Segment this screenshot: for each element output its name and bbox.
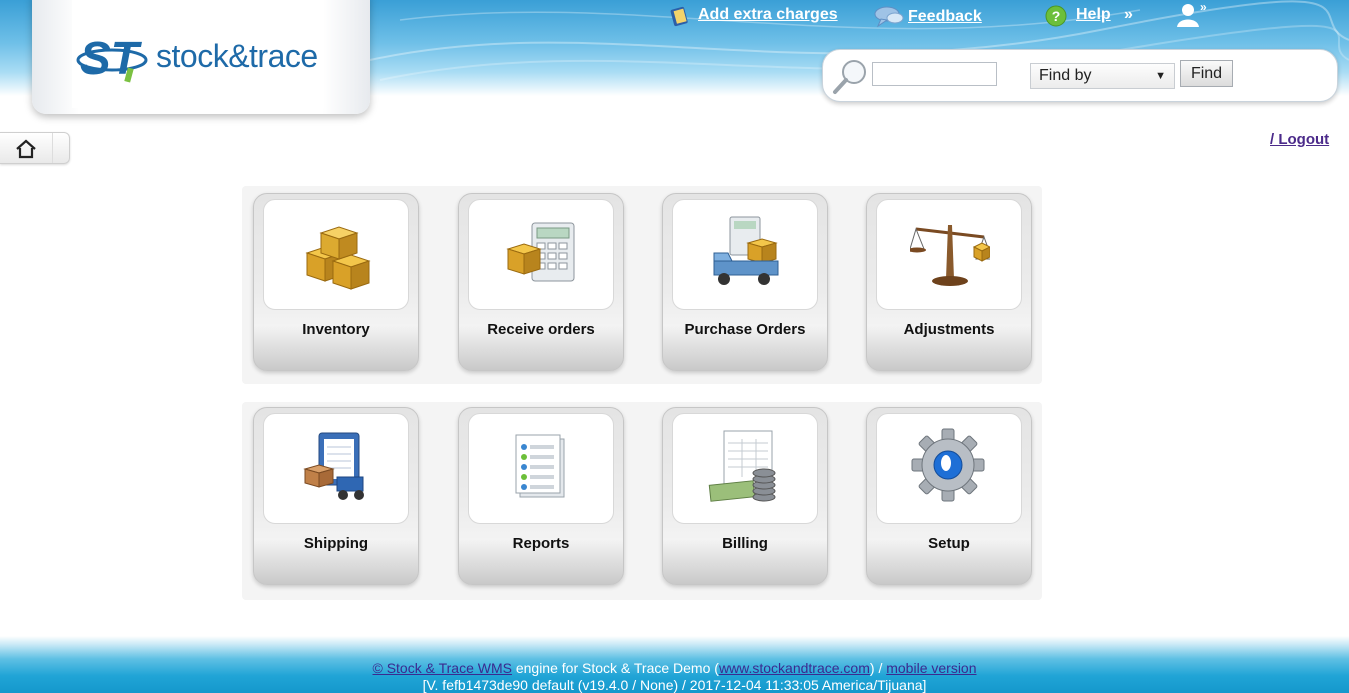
footer-version: [V. fefb1473de90 default (v19.4.0 / None… — [422, 677, 927, 693]
search-input[interactable] — [872, 62, 997, 86]
tile-label: Shipping — [303, 535, 369, 552]
magnifier-icon — [833, 60, 866, 94]
tile-shipping[interactable]: Shipping — [253, 407, 419, 585]
gear-icon — [911, 428, 985, 502]
logout-link[interactable]: / Logout — [1270, 131, 1329, 148]
copyright-link[interactable]: © Stock & Trace WMS — [373, 660, 512, 676]
tile-reports[interactable]: Reports — [458, 407, 624, 585]
truck-calculator-icon — [713, 216, 779, 285]
help-icon: ? — [1045, 5, 1067, 27]
tile-setup[interactable]: Setup — [866, 407, 1032, 585]
find-by-select[interactable]: Find by ▼ — [1030, 63, 1175, 89]
user-icon[interactable] — [1176, 2, 1202, 28]
tile-icon-frame — [876, 413, 1022, 524]
logo-text: stock&trace — [156, 38, 318, 74]
tile-label: Receive orders — [487, 321, 595, 338]
tile-icon-frame — [263, 199, 409, 310]
tile-billing[interactable]: Billing — [662, 407, 828, 585]
checklist-report-icon — [515, 434, 565, 498]
tile-label: Purchase Orders — [684, 321, 806, 338]
breadcrumb-separator — [52, 133, 70, 163]
tile-label: Reports — [512, 535, 570, 552]
tile-label: Inventory — [302, 321, 370, 338]
tile-icon-frame — [672, 413, 818, 524]
feedback-link[interactable]: Feedback — [908, 8, 982, 26]
website-link[interactable]: www.stockandtrace.com — [719, 660, 870, 676]
tile-icon-frame — [263, 413, 409, 524]
svg-text:ST: ST — [80, 32, 143, 84]
speech-bubble-icon — [874, 6, 904, 28]
help-chevron[interactable]: » — [1124, 6, 1133, 24]
mobile-version-link[interactable]: mobile version — [886, 660, 976, 676]
footer-credits: © Stock & Trace WMS engine for Stock & T… — [0, 660, 1349, 676]
tile-icon-frame — [468, 199, 614, 310]
tile-label: Adjustments — [903, 321, 995, 338]
tile-label: Setup — [928, 535, 970, 552]
box-calculator-icon — [506, 222, 575, 282]
st-logo-mark: ST — [76, 32, 148, 84]
footer-engine-text: engine for Stock & Trace Demo ( — [511, 660, 719, 676]
invoice-coins-icon — [708, 430, 776, 502]
tile-icon-frame — [672, 199, 818, 310]
footer-separator-text: ) / — [869, 660, 887, 676]
tile-label: Billing — [722, 535, 768, 552]
add-extra-charges-link[interactable]: Add extra charges — [698, 6, 838, 24]
tile-icon-frame — [468, 413, 614, 524]
book-icon — [670, 6, 688, 27]
user-menu-chevron[interactable]: » — [1200, 0, 1207, 14]
tile-purchase-orders[interactable]: Purchase Orders — [662, 193, 828, 371]
chevron-down-icon: ▼ — [1155, 70, 1166, 82]
home-icon — [16, 139, 36, 159]
svg-text:?: ? — [1052, 8, 1061, 24]
find-by-selected: Find by — [1039, 67, 1092, 84]
find-button[interactable]: Find — [1180, 60, 1233, 87]
tile-receive-orders[interactable]: Receive orders — [458, 193, 624, 371]
clipboard-handtruck-icon — [303, 432, 364, 500]
tile-icon-frame — [876, 199, 1022, 310]
tile-adjustments[interactable]: Adjustments — [866, 193, 1032, 371]
logo[interactable]: ST stock&trace — [72, 0, 324, 108]
tile-inventory[interactable]: Inventory — [253, 193, 419, 371]
search-panel: Find by ▼ Find — [822, 49, 1338, 102]
help-link[interactable]: Help — [1076, 6, 1111, 24]
balance-scale-icon — [910, 225, 990, 286]
boxes-icon — [305, 226, 371, 290]
home-breadcrumb[interactable] — [0, 132, 70, 164]
logo-container: ST stock&trace — [32, 0, 370, 114]
footer: © Stock & Trace WMS engine for Stock & T… — [0, 636, 1349, 693]
